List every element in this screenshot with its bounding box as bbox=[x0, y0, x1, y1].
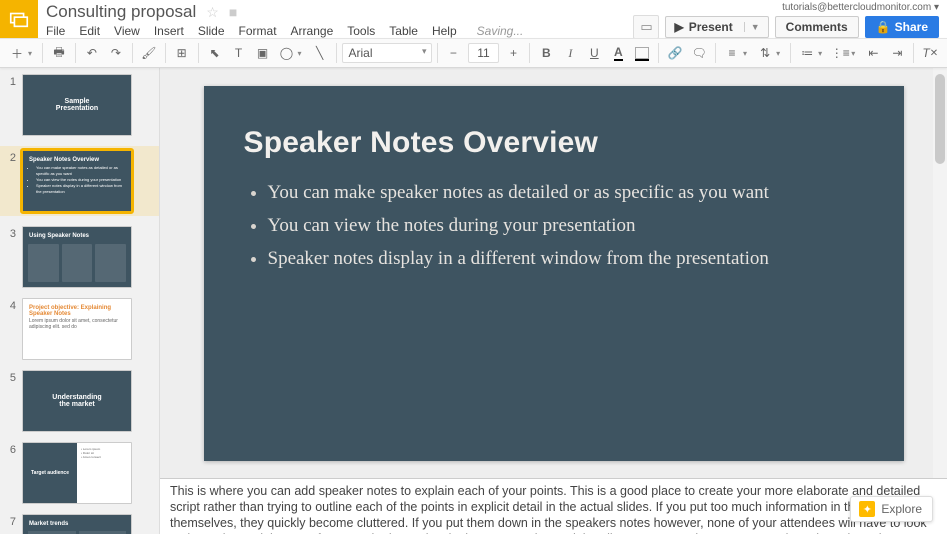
app-header: Consulting proposal ☆ ■ File Edit View I… bbox=[0, 0, 947, 38]
new-slide-dropdown-icon[interactable]: ▾ bbox=[28, 49, 37, 58]
menu-arrange[interactable]: Arrange bbox=[291, 24, 334, 38]
undo-button[interactable]: ↶ bbox=[81, 41, 103, 65]
numbered-list-button[interactable]: ≔ bbox=[796, 41, 818, 65]
slide-number: 2 bbox=[6, 150, 16, 212]
menu-file[interactable]: File bbox=[46, 24, 65, 38]
font-size-input[interactable]: 11 bbox=[468, 43, 498, 63]
align-button[interactable]: ≡ bbox=[721, 41, 743, 65]
slide-bullet[interactable]: You can make speaker notes as detailed o… bbox=[268, 178, 864, 207]
line-spacing-button[interactable]: ⇅ bbox=[754, 41, 776, 65]
slide-body[interactable]: You can make speaker notes as detailed o… bbox=[244, 178, 864, 274]
slide-number: 6 bbox=[6, 442, 16, 504]
slide-number: 1 bbox=[6, 74, 16, 136]
italic-button[interactable]: I bbox=[559, 41, 581, 65]
insert-link-button[interactable]: 🔗 bbox=[664, 41, 686, 65]
toolbar: ＋▾ 🖶 ↶ ↷ 🖌 ⊞ ⬉ T ▣ ◯▾ ╲ Arial − 11 + B I… bbox=[0, 38, 947, 68]
slide-number: 4 bbox=[6, 298, 16, 360]
font-family-select[interactable]: Arial bbox=[342, 43, 432, 63]
menu-view[interactable]: View bbox=[114, 24, 140, 38]
explore-icon: ✦ bbox=[859, 501, 875, 517]
text-color-button[interactable]: A bbox=[607, 41, 629, 65]
slides-icon bbox=[8, 8, 30, 30]
slide-canvas[interactable]: Speaker Notes Overview You can make spea… bbox=[204, 86, 904, 461]
increase-indent-button[interactable]: ⇥ bbox=[886, 41, 908, 65]
paint-format-button[interactable]: 🖌 bbox=[138, 41, 160, 65]
underline-button[interactable]: U bbox=[583, 41, 605, 65]
slide-number: 3 bbox=[6, 226, 16, 288]
share-button[interactable]: 🔒 Share bbox=[865, 16, 939, 38]
scrollbar-thumb[interactable] bbox=[935, 74, 945, 164]
app-logo[interactable] bbox=[0, 0, 38, 38]
save-status: Saving... bbox=[477, 24, 524, 38]
present-dropdown-icon[interactable]: ▼ bbox=[744, 22, 760, 32]
select-tool[interactable]: ⬉ bbox=[204, 41, 226, 65]
slide-thumbnail[interactable]: 7 Market trends Trend 1 Trend 2 bbox=[6, 514, 153, 534]
insert-comment-button[interactable]: 🗨 bbox=[688, 41, 710, 65]
menu-edit[interactable]: Edit bbox=[79, 24, 100, 38]
slide-thumbnail[interactable]: 4 Project objective: Explaining Speaker … bbox=[6, 298, 153, 360]
highlight-color-button[interactable] bbox=[631, 41, 653, 65]
menu-help[interactable]: Help bbox=[432, 24, 457, 38]
hangouts-button[interactable]: ▭ bbox=[633, 15, 659, 39]
menu-format[interactable]: Format bbox=[239, 24, 277, 38]
redo-button[interactable]: ↷ bbox=[105, 41, 127, 65]
comments-button[interactable]: Comments bbox=[775, 16, 859, 38]
menu-insert[interactable]: Insert bbox=[154, 24, 184, 38]
slide-thumbnail[interactable]: 3 Using Speaker Notes bbox=[6, 226, 153, 288]
slide-thumbnail[interactable]: 6 Target audience • Lorem ipsum• Dolor s… bbox=[6, 442, 153, 504]
textbox-tool[interactable]: T bbox=[228, 41, 250, 65]
print-button[interactable]: 🖶 bbox=[48, 41, 70, 65]
slide-panel[interactable]: 1 Sample Presentation 2 Speaker Notes Ov… bbox=[0, 68, 160, 534]
explore-button[interactable]: ✦ Explore bbox=[850, 496, 933, 522]
font-size-increase[interactable]: + bbox=[503, 41, 525, 65]
canvas-area: Speaker Notes Overview You can make spea… bbox=[160, 68, 947, 534]
decrease-indent-button[interactable]: ⇤ bbox=[862, 41, 884, 65]
slide-bullet[interactable]: You can view the notes during your prese… bbox=[268, 211, 864, 240]
image-tool[interactable]: ▣ bbox=[252, 41, 274, 65]
clear-formatting-button[interactable]: T✕ bbox=[919, 41, 941, 65]
menu-slide[interactable]: Slide bbox=[198, 24, 225, 38]
slide-number: 5 bbox=[6, 370, 16, 432]
line-tool[interactable]: ╲ bbox=[309, 41, 331, 65]
slide-title[interactable]: Speaker Notes Overview bbox=[244, 126, 864, 160]
slide-number: 7 bbox=[6, 514, 16, 534]
present-button[interactable]: ▶ Present ▼ bbox=[665, 16, 768, 38]
folder-icon[interactable]: ■ bbox=[229, 4, 237, 20]
shape-tool[interactable]: ◯ bbox=[275, 41, 297, 65]
speaker-notes[interactable]: This is where you can add speaker notes … bbox=[160, 478, 947, 534]
slide-thumbnail[interactable]: 1 Sample Presentation bbox=[6, 74, 153, 136]
zoom-button[interactable]: ⊞ bbox=[171, 41, 193, 65]
slide-bullet[interactable]: Speaker notes display in a different win… bbox=[268, 244, 864, 273]
slide-thumbnail[interactable]: 5 Understanding the market bbox=[6, 370, 153, 432]
document-title[interactable]: Consulting proposal bbox=[46, 2, 196, 22]
slide-thumbnail[interactable]: 2 Speaker Notes Overview You can make sp… bbox=[0, 146, 159, 216]
play-icon: ▶ bbox=[674, 20, 683, 34]
body: 1 Sample Presentation 2 Speaker Notes Ov… bbox=[0, 68, 947, 534]
font-size-decrease[interactable]: − bbox=[442, 41, 464, 65]
bold-button[interactable]: B bbox=[535, 41, 557, 65]
vertical-scrollbar[interactable] bbox=[933, 68, 947, 478]
account-email[interactable]: tutorials@bettercloudmonitor.com ▾ bbox=[782, 2, 939, 13]
star-icon[interactable]: ☆ bbox=[206, 4, 219, 21]
bulleted-list-button[interactable]: ⋮≡ bbox=[829, 41, 851, 65]
menu-tools[interactable]: Tools bbox=[347, 24, 375, 38]
lock-icon: 🔒 bbox=[876, 20, 891, 34]
menu-table[interactable]: Table bbox=[389, 24, 418, 38]
new-slide-button[interactable]: ＋ bbox=[6, 41, 28, 65]
